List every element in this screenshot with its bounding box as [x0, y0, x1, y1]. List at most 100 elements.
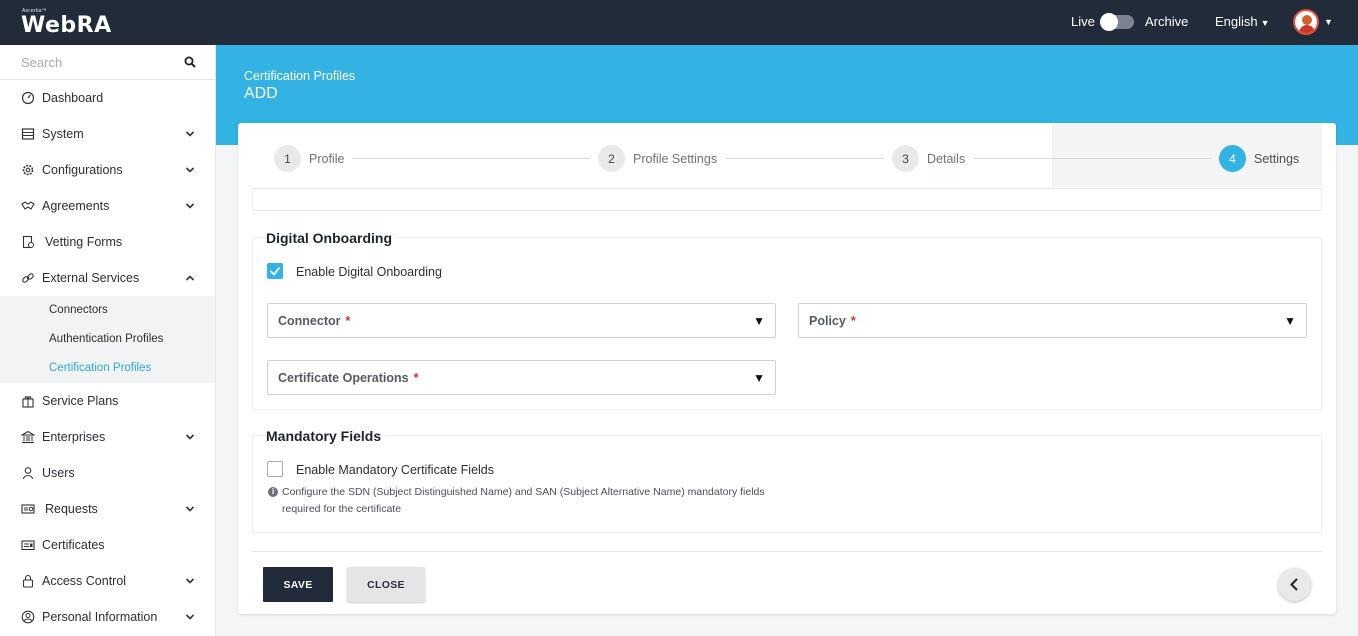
sidebar-item-configurations[interactable]: Configurations — [0, 152, 215, 188]
sidebar-search[interactable]: Search — [0, 45, 215, 80]
bank-icon — [21, 430, 35, 444]
gear-icon — [22, 164, 34, 176]
chevron-down-icon — [185, 167, 195, 173]
certificate-operations-select[interactable]: Certificate Operations * ▼ — [267, 360, 776, 395]
avatar-body — [1299, 25, 1315, 33]
step-connector — [974, 158, 1212, 159]
sidebar-item-external-services[interactable]: External Services — [0, 260, 215, 296]
sidebar-subitem-label: Connectors — [49, 304, 108, 316]
lock-icon — [22, 574, 34, 588]
close-button[interactable]: CLOSE — [347, 567, 425, 602]
sidebar-subitem-label: Certification Profiles — [49, 362, 152, 374]
chevron-down-icon — [185, 578, 195, 584]
caret-down-icon: ▼ — [753, 371, 765, 385]
enable-mandatory-fields-checkbox[interactable] — [267, 461, 283, 477]
language-label: English — [1215, 14, 1258, 29]
sidebar-subitem-connectors[interactable]: Connectors — [0, 296, 215, 325]
sidebar-item-requests[interactable]: Requests — [0, 491, 215, 527]
sidebar-item-certificates[interactable]: Certificates — [0, 527, 215, 563]
link-icon — [22, 273, 34, 283]
certificate-operations-label: Certificate Operations — [278, 371, 409, 385]
avatar-head — [1302, 15, 1312, 25]
sidebar-item-label: Users — [42, 466, 75, 480]
collapse-button[interactable] — [1278, 568, 1311, 601]
chevron-down-icon — [185, 614, 195, 620]
sidebar-subitem-certification-profiles[interactable]: Certification Profiles — [0, 354, 215, 383]
sidebar-item-agreements[interactable]: Agreements — [0, 188, 215, 224]
sidebar-item-vetting-forms[interactable]: Vetting Forms — [0, 224, 215, 260]
save-button[interactable]: SAVE — [263, 567, 333, 602]
sidebar-subitem-authentication-profiles[interactable]: Authentication Profiles — [0, 325, 215, 354]
search-input[interactable]: Search — [21, 55, 62, 70]
search-icon[interactable] — [184, 56, 196, 68]
step-profile[interactable]: 1 Profile — [274, 145, 344, 172]
step-connector — [726, 158, 884, 159]
system-icon — [21, 128, 35, 140]
chevron-up-icon — [185, 275, 195, 281]
handshake-icon — [21, 201, 35, 210]
sidebar-item-users[interactable]: Users — [0, 455, 215, 491]
sidebar-item-label: Configurations — [42, 163, 123, 177]
required-mark: * — [850, 314, 856, 328]
brand-logo[interactable]: WebRA — [21, 13, 112, 38]
section-title: Digital Onboarding — [266, 230, 396, 246]
enable-mandatory-fields-label[interactable]: Enable Mandatory Certificate Fields — [296, 463, 494, 477]
sidebar: Search Dashboard System Configurations A… — [0, 45, 216, 636]
chevron-down-icon — [185, 203, 195, 209]
step-number: 3 — [892, 145, 919, 172]
sidebar-item-label: Agreements — [42, 199, 110, 213]
language-selector[interactable]: English ▼ — [1215, 14, 1270, 29]
digital-onboarding-section: Digital Onboarding Enable Digital Onboar… — [252, 230, 1322, 410]
step-number: 4 — [1219, 145, 1246, 172]
step-settings[interactable]: 4 Settings — [1219, 145, 1299, 172]
connector-label: Connector — [278, 314, 341, 328]
user-avatar[interactable] — [1293, 9, 1319, 35]
enable-digital-onboarding-label[interactable]: Enable Digital Onboarding — [296, 265, 442, 279]
sidebar-item-label: Dashboard — [42, 91, 104, 105]
sidebar-item-system[interactable]: System — [0, 116, 215, 152]
step-profile-settings[interactable]: 2 Profile Settings — [598, 145, 717, 172]
top-bar: Ascertia™ WebRA Live Archive English ▼ ▼ — [0, 0, 1358, 45]
caret-down-icon[interactable]: ▼ — [1324, 17, 1333, 27]
sidebar-subitem-label: Authentication Profiles — [49, 333, 164, 345]
sidebar-item-dashboard[interactable]: Dashboard — [0, 80, 215, 116]
chevron-down-icon — [185, 506, 195, 512]
user-circle-icon — [21, 610, 35, 624]
live-archive-toggle[interactable] — [1100, 13, 1134, 31]
sidebar-item-access-control[interactable]: Access Control — [0, 563, 215, 599]
enable-digital-onboarding-checkbox[interactable] — [267, 263, 283, 279]
sidebar-item-enterprises[interactable]: Enterprises — [0, 419, 215, 455]
sidebar-item-label: Service Plans — [42, 394, 119, 408]
sidebar-item-service-plans[interactable]: Service Plans — [0, 383, 215, 419]
sidebar-item-label: Requests — [45, 502, 98, 516]
sidebar-item-personal-information[interactable]: Personal Information — [0, 599, 215, 635]
step-label: Profile — [309, 151, 345, 166]
chevron-down-icon — [185, 131, 195, 137]
required-mark: * — [413, 371, 419, 385]
help-line: Configure the SDN (Subject Distinguished… — [282, 486, 765, 498]
mandatory-fields-help: Configure the SDN (Subject Distinguished… — [282, 484, 1042, 518]
gift-icon — [22, 396, 34, 408]
collapsed-section-edge — [252, 189, 1322, 211]
caret-down-icon: ▼ — [1260, 18, 1270, 28]
footer-divider — [252, 551, 1322, 552]
form-icon — [22, 235, 34, 249]
step-number: 1 — [274, 145, 301, 172]
sidebar-item-label: Personal Information — [42, 610, 158, 624]
sidebar-item-label: Vetting Forms — [45, 235, 123, 249]
chevron-left-icon — [1290, 578, 1298, 591]
certificate-icon — [21, 540, 35, 551]
wizard-stepper: 1 Profile 2 Profile Settings 3 Details 4… — [252, 123, 1322, 189]
connector-select[interactable]: Connector * ▼ — [267, 303, 776, 338]
archive-label: Archive — [1145, 14, 1189, 29]
sidebar-item-label: System — [42, 127, 84, 141]
sidebar-item-label: Enterprises — [42, 430, 106, 444]
user-icon — [22, 467, 34, 480]
policy-label: Policy — [809, 314, 846, 328]
step-details[interactable]: 3 Details — [892, 145, 965, 172]
live-label: Live — [1071, 14, 1095, 29]
policy-select[interactable]: Policy * ▼ — [798, 303, 1307, 338]
submenu-external-services: Connectors Authentication Profiles Certi… — [0, 296, 215, 383]
info-icon: i — [268, 487, 278, 497]
step-label: Profile Settings — [633, 151, 718, 166]
